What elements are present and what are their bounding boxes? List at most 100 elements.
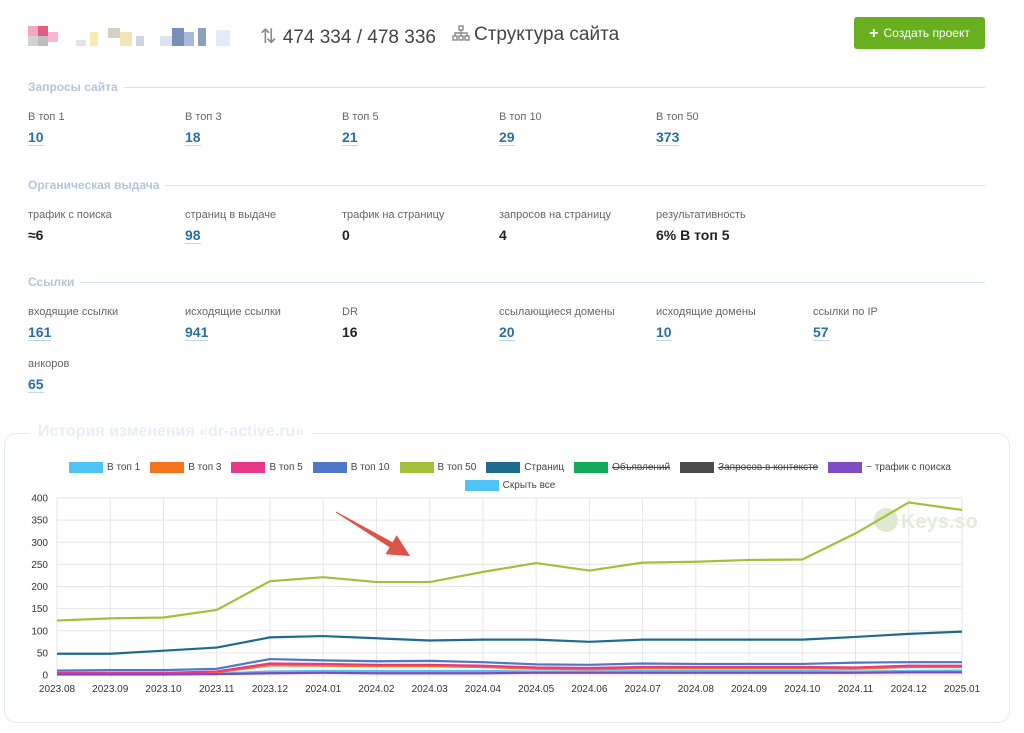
stat-value: 4	[499, 227, 507, 243]
legend-label: В топ 1	[107, 462, 141, 473]
stat-label: исходящие ссылки	[185, 306, 281, 318]
stat-label: В топ 10	[499, 111, 542, 123]
x-tick-label: 2023.08	[39, 684, 76, 695]
annotation-arrow	[335, 511, 410, 556]
legend-item[interactable]: В топ 50	[399, 462, 476, 473]
legend-item[interactable]: В топ 5	[231, 462, 303, 473]
stat-efficiency: результативность 6% В топ 5	[656, 209, 806, 245]
stat-label: В топ 50	[656, 111, 699, 123]
history-title: История изменения «dr-active.ru»	[30, 423, 313, 441]
stat-value-link[interactable]: 10	[28, 129, 44, 146]
stat-indexed-pages: страниц в выдаче 98	[185, 209, 335, 245]
stat-value-link[interactable]: 18	[185, 129, 201, 146]
legend-swatch	[574, 462, 609, 473]
y-tick-label: 350	[31, 516, 48, 527]
y-tick-label: 100	[31, 626, 48, 637]
stat-outgoing-links: исходящие ссылки 941	[185, 306, 335, 342]
x-tick-label: 2024.11	[838, 684, 874, 695]
legend-label: В топ 3	[188, 462, 222, 473]
x-tick-label: 2024.07	[625, 684, 662, 695]
stat-search-traffic: трафик с поиска ≈6	[28, 209, 178, 245]
stat-top1: В топ 1 10	[28, 111, 178, 147]
legend-item[interactable]: Запросов в контексте	[680, 462, 818, 473]
legend-item[interactable]: В топ 1	[69, 462, 140, 473]
stat-queries-per-page: запросов на страницу 4	[499, 209, 649, 245]
site-structure-link[interactable]: Структура сайта	[452, 24, 619, 46]
stat-value-link[interactable]: 161	[28, 324, 52, 341]
stat-outgoing-domains: исходящие домены 10	[656, 306, 806, 342]
x-tick-label: 2024.08	[678, 684, 715, 695]
stat-value-link[interactable]: 98	[185, 227, 201, 244]
blurred-domain-logo	[28, 26, 238, 60]
y-tick-label: 150	[31, 604, 48, 615]
stat-anchors: анкоров 65	[28, 358, 178, 394]
x-tick-label: 2024.05	[518, 684, 555, 695]
stat-label: ссылающиеся домены	[499, 306, 615, 318]
section-title-links: Ссылки	[28, 275, 81, 289]
x-tick-label: 2024.02	[358, 684, 395, 695]
structure-label: Структура сайта	[474, 24, 620, 45]
x-tick-label: 2024.09	[731, 684, 768, 695]
section-divider	[28, 185, 985, 186]
counter-text: 474 334 / 478 336	[282, 27, 436, 48]
y-tick-label: 0	[42, 671, 48, 682]
stat-label: трафик с поиска	[28, 209, 112, 221]
sort-arrows-icon: ⇅	[260, 26, 277, 48]
stat-value-link[interactable]: 373	[656, 129, 680, 146]
legend-item[interactable]: Страниц	[486, 462, 564, 473]
query-counter: ⇅ 474 334 / 478 336	[260, 24, 436, 49]
x-tick-label: 2023.09	[92, 684, 129, 695]
legend-row: В топ 1 В топ 3 В топ 5 В топ 10 В топ 50 Стр…	[69, 462, 951, 473]
stat-label: В топ 1	[28, 111, 65, 123]
legend-label: Страниц	[524, 462, 565, 473]
stat-value-link[interactable]: 941	[185, 324, 209, 341]
create-project-button[interactable]: + Создать проект	[854, 17, 985, 49]
legend-swatch	[150, 462, 185, 473]
legend-item[interactable]: Объявлений	[574, 462, 670, 473]
stat-value-link[interactable]: 65	[28, 376, 44, 393]
x-tick-label: 2024.06	[571, 684, 608, 695]
legend-swatch	[486, 462, 521, 473]
section-divider	[28, 87, 985, 88]
x-tick-label: 2024.12	[891, 684, 928, 695]
stat-value-link[interactable]: 21	[342, 129, 358, 146]
legend-label: В топ 5	[269, 462, 303, 473]
stat-label: трафик на страницу	[342, 209, 445, 221]
section-title-organic: Органическая выдача	[28, 178, 166, 192]
y-tick-label: 200	[31, 582, 48, 593]
legend-swatch	[69, 462, 103, 473]
x-tick-label: 2024.10	[784, 684, 821, 695]
section-title-queries: Запросы сайта	[28, 80, 124, 94]
stat-value: 16	[342, 324, 358, 340]
stat-value-link[interactable]: 29	[499, 129, 515, 146]
legend-item[interactable]: В топ 10	[312, 462, 390, 473]
legend-label: Запросов в контексте	[718, 462, 819, 473]
stat-value-link[interactable]: 10	[656, 324, 672, 341]
stat-value-link[interactable]: 20	[499, 324, 515, 341]
stat-label: анкоров	[28, 358, 70, 370]
series-line	[57, 630, 963, 655]
legend-label: ~ трафик с поиска	[866, 462, 951, 473]
y-tick-label: 400	[31, 494, 48, 505]
legend-item[interactable]: ~ трафик с поиска	[828, 462, 951, 473]
stat-top5: В топ 5 21	[342, 111, 492, 147]
legend-swatch	[399, 462, 434, 473]
stat-label: В топ 5	[342, 111, 379, 123]
legend-swatch	[828, 462, 863, 473]
stat-dr: DR 16	[342, 306, 492, 342]
create-project-label: Создать проект	[883, 26, 970, 40]
legend-item[interactable]: В топ 3	[150, 462, 221, 473]
stat-value: 6% В топ 5	[656, 227, 730, 243]
stat-referring-domains: ссылающиеся домены 20	[499, 306, 649, 342]
stat-value-link[interactable]: 57	[813, 324, 829, 341]
stat-label: результативность	[656, 209, 746, 221]
x-tick-label: 2024.01	[305, 684, 342, 695]
section-divider	[28, 282, 985, 283]
legend-swatch	[312, 462, 347, 473]
stat-label: DR	[342, 306, 358, 318]
stat-traffic-per-page: трафик на страницу 0	[342, 209, 492, 245]
y-tick-label: 50	[37, 648, 49, 659]
y-tick-label: 250	[31, 560, 48, 571]
stat-label: исходящие домены	[656, 306, 756, 318]
x-tick-label: 2023.11	[199, 684, 235, 695]
